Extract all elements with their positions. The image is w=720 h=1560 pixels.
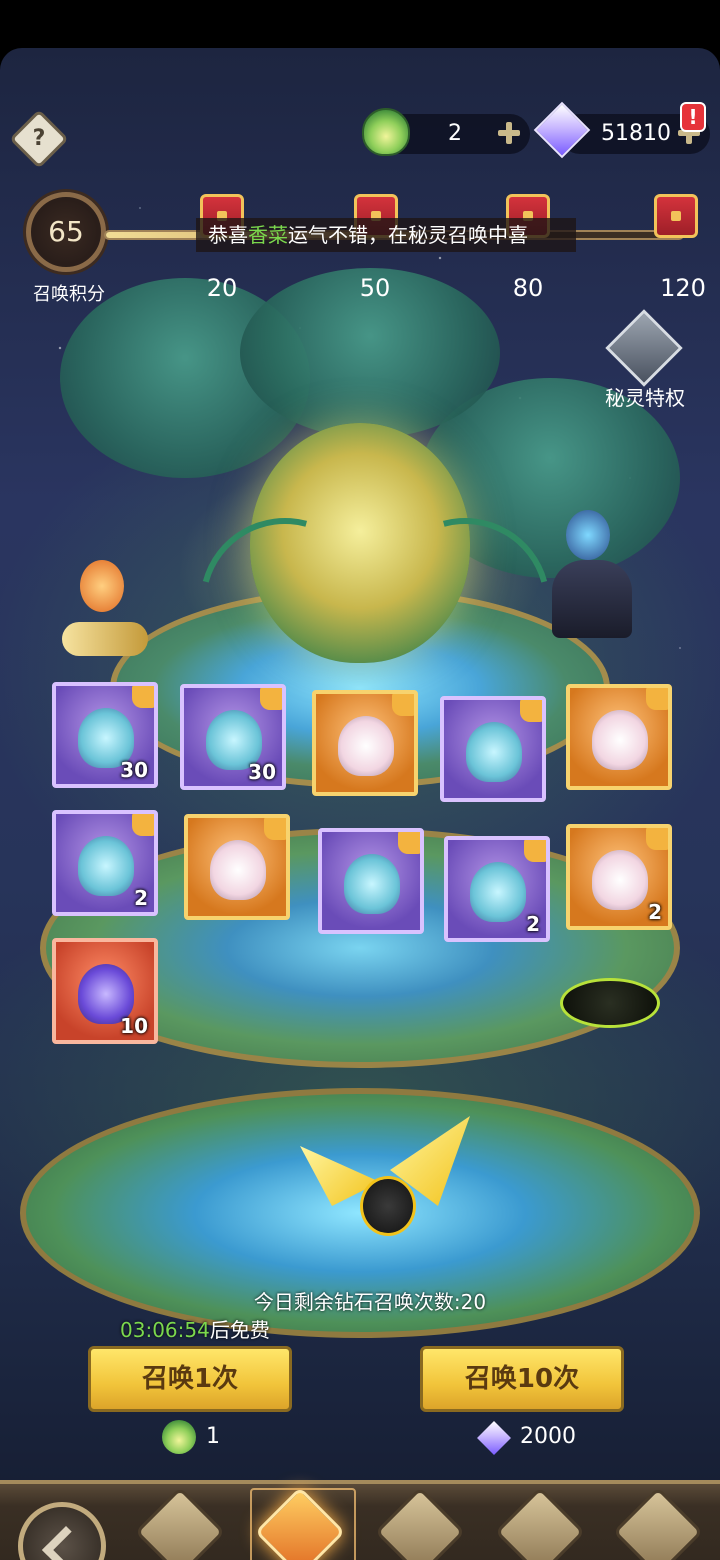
reward-card[interactable]: 2	[566, 824, 672, 930]
leaf-currency-value: 2	[448, 121, 462, 146]
free-summon-timer: 03:06:54后免费	[120, 1314, 270, 1343]
reward-count: 30	[120, 758, 148, 782]
nav-tab-spirit[interactable]: 秘灵	[366, 1486, 476, 1560]
reward-chest-120[interactable]	[654, 194, 698, 238]
reward-card[interactable]	[184, 814, 290, 920]
puzzle-piece-icon	[520, 700, 542, 722]
reward-count: 10	[120, 1014, 148, 1038]
nav-tab-island[interactable]: 圣岛	[126, 1486, 236, 1560]
spirit-portrait-icon	[466, 722, 522, 782]
puzzle-piece-icon	[132, 686, 154, 708]
codex-icon	[494, 1486, 586, 1560]
leaf-seed-icon	[162, 1420, 196, 1454]
summon-icon	[254, 1486, 346, 1560]
island-icon	[134, 1486, 226, 1560]
spirit-portrait-icon	[338, 716, 394, 776]
marquee-prefix: 恭喜	[208, 223, 248, 247]
milestone-label: 20	[206, 274, 238, 302]
spirit-portrait-icon	[592, 850, 648, 910]
puzzle-piece-icon	[646, 828, 668, 850]
summon-ten-button[interactable]: 召唤10次	[420, 1346, 624, 1412]
milestone-label: 50	[359, 274, 391, 302]
nav-tab-codex[interactable]: 图鉴	[486, 1486, 596, 1560]
spirit-portrait-icon	[78, 836, 134, 896]
reward-card[interactable]	[566, 684, 672, 790]
milestone-label: 80	[512, 274, 544, 302]
reward-card[interactable]: 30	[180, 684, 286, 790]
summon-points-value: 65	[48, 215, 84, 248]
summon-screen: ? 2 51810 ! 65 召唤积分 恭喜香菜运气不错，在秘灵召唤中喜 20 …	[0, 48, 720, 1560]
reward-count: 2	[648, 900, 662, 924]
summon-ten-cost: 2000	[520, 1424, 576, 1449]
reward-card[interactable]	[318, 828, 424, 934]
gem-currency-value: 51810	[601, 121, 671, 146]
puzzle-piece-icon	[524, 840, 546, 862]
puzzle-piece-icon	[392, 694, 414, 716]
milestone-label: 120	[660, 274, 706, 302]
reward-card[interactable]: 2	[52, 810, 158, 916]
spirit-portrait-icon	[344, 854, 400, 914]
add-leaf-plus-icon[interactable]	[496, 120, 522, 146]
alert-badge: !	[680, 102, 706, 132]
bottom-navigation: 圣岛 召唤 秘灵 图鉴 分解	[0, 1480, 720, 1560]
reward-count: 2	[526, 912, 540, 936]
marquee-suffix: 运气不错，在秘灵召唤中喜	[288, 223, 528, 247]
shadow-beast-creature	[560, 978, 660, 1028]
puzzle-piece-icon	[260, 688, 282, 710]
timer-value: 03:06:54	[120, 1318, 210, 1342]
reward-card[interactable]	[440, 696, 546, 802]
puzzle-piece-icon	[264, 818, 286, 840]
reward-card[interactable]: 10	[52, 938, 158, 1044]
spirit-privilege-button[interactable]	[600, 309, 688, 390]
summon-points-badge: 65	[26, 192, 106, 272]
summon-once-button[interactable]: 召唤1次	[88, 1346, 292, 1412]
timer-suffix: 后免费	[209, 1318, 270, 1342]
spirit-portrait-icon	[470, 862, 526, 922]
puzzle-piece-icon	[398, 832, 420, 854]
spirit-privilege-label: 秘灵特权	[605, 386, 685, 410]
decompose-icon	[612, 1486, 704, 1560]
crown-icon	[605, 309, 683, 387]
question-mark-icon: ?	[32, 126, 46, 151]
reward-count: 2	[134, 886, 148, 910]
summon-points-label: 召唤积分	[33, 284, 105, 305]
thunder-bird-creature	[300, 1116, 470, 1266]
spirit-icon	[374, 1486, 466, 1560]
summon-once-cost: 1	[206, 1424, 220, 1449]
reward-card[interactable]: 2	[444, 836, 550, 942]
reward-count: 30	[248, 760, 276, 784]
puzzle-piece-icon	[646, 688, 668, 710]
announcement-marquee: 恭喜香菜运气不错，在秘灵召唤中喜	[196, 218, 576, 252]
dark-creature	[546, 510, 636, 640]
nav-tab-decompose[interactable]: 分解	[604, 1486, 714, 1560]
nav-tab-summon[interactable]: 召唤	[246, 1486, 356, 1560]
reward-card[interactable]	[312, 690, 418, 796]
fox-creature	[62, 560, 148, 680]
puzzle-piece-icon	[132, 814, 154, 836]
back-arrow-icon[interactable]	[18, 1502, 106, 1560]
reward-card[interactable]: 30	[52, 682, 158, 788]
remaining-diamond-summons: 今日剩余钻石召唤次数:20	[253, 1290, 487, 1314]
leaf-seed-icon	[362, 108, 410, 156]
marquee-player-name: 香菜	[248, 223, 288, 247]
spirit-portrait-icon	[210, 840, 266, 900]
spirit-portrait-icon	[592, 710, 648, 770]
